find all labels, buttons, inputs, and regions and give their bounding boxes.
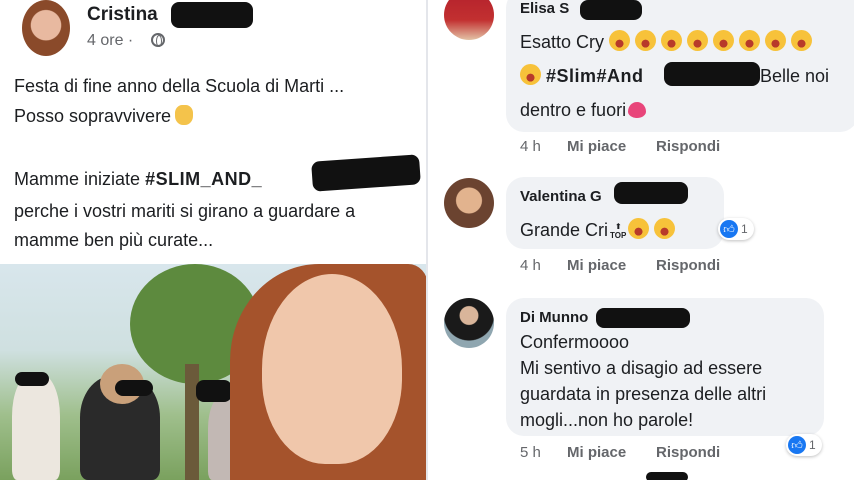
photo-face <box>262 274 402 464</box>
comment-timestamp[interactable]: 5 h <box>520 444 541 461</box>
redaction-mark <box>115 380 153 396</box>
rofl-emoji-icon <box>661 30 683 51</box>
comment-timestamp[interactable]: 4 h <box>520 138 541 155</box>
laughing-emoji-icon <box>791 30 813 51</box>
post-time-text: 4 ore <box>87 32 124 49</box>
reaction-count-badge[interactable]: 👍︎ 1 <box>786 434 822 456</box>
thumbs-up-icon: 👍︎ <box>788 436 806 454</box>
laughing-emoji-icon <box>628 218 650 239</box>
victory-hand-icon <box>175 105 194 125</box>
commenter-name[interactable]: Elisa S <box>520 0 569 17</box>
redaction-mark <box>580 0 642 20</box>
sparkling-heart-icon <box>628 102 647 118</box>
redaction-mark <box>614 182 688 204</box>
laughing-emoji-icon <box>687 30 709 51</box>
post-time-separator: · <box>127 32 134 49</box>
commenter-avatar[interactable] <box>444 0 494 40</box>
redaction-mark <box>311 154 421 192</box>
hashtag-link[interactable]: #SLIM_AND_ <box>145 169 262 189</box>
comment-text-segment: Esatto Cry <box>520 32 605 52</box>
post-text-segment: Posso sopravvivere <box>14 106 172 126</box>
hashtag-link[interactable]: #Slim <box>546 66 597 86</box>
post-author-name[interactable]: Cristina <box>87 4 158 26</box>
redaction-mark <box>664 62 760 86</box>
comment-text-segment: Belle noi <box>760 66 830 86</box>
commenter-avatar[interactable] <box>444 178 494 228</box>
comments-panel: Elisa S Esatto Cry #Slim#And Belle noi d… <box>428 0 854 480</box>
comment-text-segment: dentro e fuori <box>520 100 627 120</box>
commenter-name[interactable]: Di Munno <box>520 309 588 326</box>
commenter-avatar[interactable] <box>444 298 494 348</box>
reply-button[interactable]: Rispondi <box>656 257 720 274</box>
comment-text-line: Grande Cri ⬆ TOP <box>520 218 680 242</box>
rofl-emoji-icon <box>765 30 787 51</box>
comment-text-line: Esatto Cry <box>520 30 817 54</box>
laughing-emoji-icon <box>635 30 657 51</box>
like-button[interactable]: Mi piace <box>567 444 626 461</box>
reply-button[interactable]: Rispondi <box>656 444 720 461</box>
reaction-count: 1 <box>809 438 816 452</box>
photo-tree-trunk <box>185 364 199 480</box>
rofl-emoji-icon <box>713 30 735 51</box>
thumbs-up-icon: 👍︎ <box>720 220 738 238</box>
post-photo[interactable] <box>0 264 428 480</box>
globe-icon <box>151 33 165 47</box>
post-text-line: perche i vostri mariti si girano a guard… <box>14 201 356 221</box>
comment-text-line: guardata in presenza delle altri <box>520 384 767 404</box>
laughing-emoji-icon <box>654 218 676 239</box>
reaction-count: 1 <box>741 222 748 236</box>
like-button[interactable]: Mi piace <box>567 138 626 155</box>
redaction-mark <box>596 308 690 328</box>
post-timestamp[interactable]: 4 ore · <box>87 32 133 50</box>
post-text-segment: Mamme iniziate <box>14 169 141 189</box>
comment-text-segment: Grande Cri <box>520 220 609 240</box>
reply-button[interactable]: Rispondi <box>656 138 720 155</box>
redaction-mark <box>15 372 49 386</box>
post-text-line: Festa di fine anno della Scuola di Marti… <box>14 76 345 96</box>
photo-person <box>12 374 60 480</box>
comment-text-line: Mi sentivo a disagio ad essere <box>520 358 763 378</box>
facebook-post: Cristina 4 ore · Festa di fine anno dell… <box>0 0 428 480</box>
hashtag-link[interactable]: #And <box>597 66 644 86</box>
commenter-name[interactable]: Valentina G <box>520 188 602 205</box>
like-button[interactable]: Mi piace <box>567 257 626 274</box>
comment-text-line: #Slim#And <box>520 64 644 88</box>
redaction-mark <box>196 380 232 402</box>
comment-text-line: Confermoooo <box>520 332 630 352</box>
comment-text-line: mogli...non ho parole! <box>520 410 694 430</box>
post-text-line: Mamme iniziate #SLIM_AND_ <box>14 168 262 190</box>
post-text-line: mamme ben più curate... <box>14 230 214 250</box>
redaction-mark <box>171 2 253 28</box>
laughing-emoji-icon <box>739 30 761 51</box>
comment-text-line: dentro e fuori <box>520 98 647 122</box>
redaction-mark <box>646 472 688 480</box>
top-emoji-label: TOP <box>610 231 627 240</box>
top-arrow-emoji-icon: ⬆ TOP <box>610 222 627 240</box>
comment-timestamp[interactable]: 4 h <box>520 257 541 274</box>
author-avatar[interactable] <box>22 0 70 56</box>
reaction-count-badge[interactable]: 👍︎ 1 <box>718 218 754 240</box>
laughing-emoji-icon <box>520 64 541 85</box>
post-text-line: Posso sopravvivere <box>14 105 194 127</box>
rofl-emoji-icon <box>609 30 631 51</box>
